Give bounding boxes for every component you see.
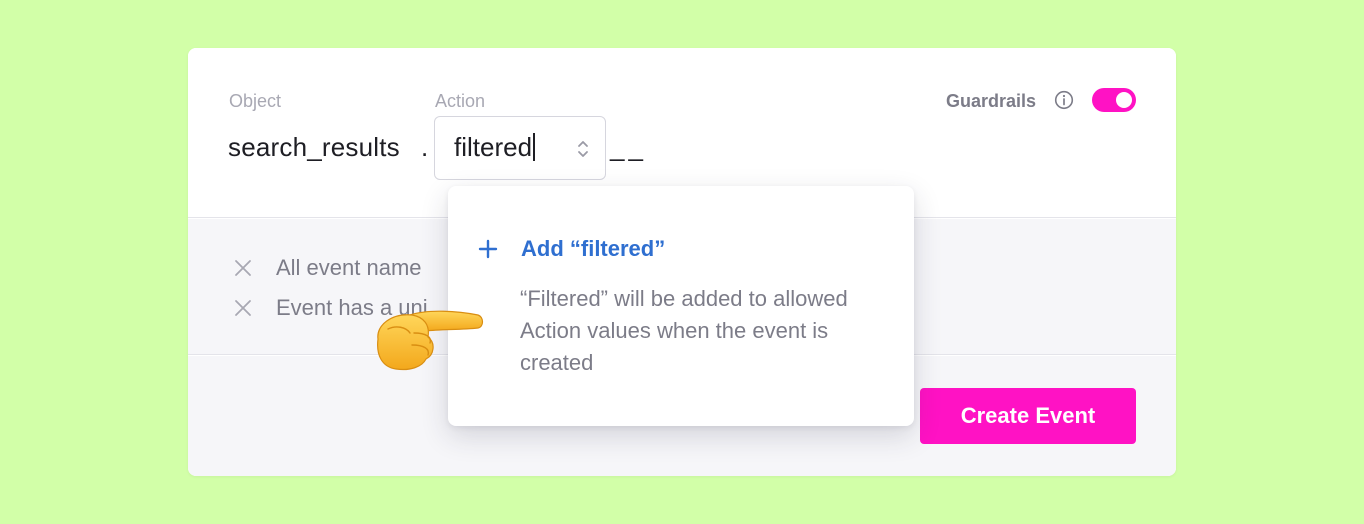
plus-icon[interactable] bbox=[478, 239, 498, 259]
add-action-description: “Filtered” will be added to allowed Acti… bbox=[520, 286, 848, 375]
x-icon bbox=[235, 260, 251, 276]
object-value[interactable]: search_results bbox=[228, 132, 400, 163]
action-input-value[interactable]: filtered bbox=[454, 132, 536, 163]
pointing-hand-icon bbox=[377, 310, 484, 371]
guardrails-label: Guardrails bbox=[946, 91, 1037, 111]
chevron-up-down-icon[interactable] bbox=[575, 137, 591, 161]
validation-rule-text: All event name bbox=[276, 255, 422, 280]
action-combobox[interactable]: filtered bbox=[434, 116, 606, 180]
create-event-button[interactable]: Create Event bbox=[920, 388, 1136, 444]
guardrails-toggle[interactable] bbox=[1092, 88, 1136, 112]
info-icon[interactable] bbox=[1054, 90, 1074, 110]
add-action-option[interactable]: Add “filtered” bbox=[521, 236, 665, 262]
next-segment-placeholder[interactable]: __ bbox=[610, 132, 647, 163]
text-caret bbox=[533, 133, 536, 161]
toggle-knob bbox=[1116, 92, 1132, 108]
action-label: Action bbox=[435, 91, 486, 111]
name-separator: . bbox=[421, 132, 429, 162]
action-suggestion-dropdown: Add “filtered” “Filtered” will be added … bbox=[448, 186, 914, 426]
object-label: Object bbox=[229, 91, 282, 111]
validation-rule: All event name bbox=[232, 255, 422, 281]
x-icon bbox=[235, 300, 251, 316]
